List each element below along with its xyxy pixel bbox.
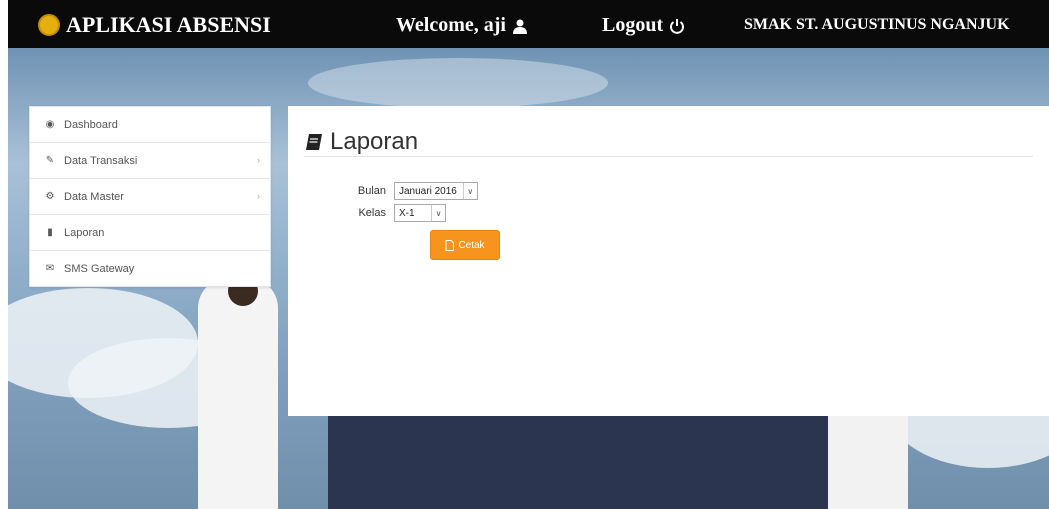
kelas-row: Kelas X-1 ∨ [316,204,446,222]
welcome-text: Welcome, aji [396,14,506,36]
gear-icon: ⚙ [45,191,55,202]
cetak-button[interactable]: Cetak [430,230,500,260]
bulan-row: Bulan Januari 2016 ∨ [316,182,478,200]
app-brand[interactable]: APLIKASI ABSENSI [38,12,271,38]
page-title: Laporan [304,128,418,156]
sidebar-item-label: Data Master [64,190,124,203]
chevron-right-icon: › [257,191,260,201]
sidebar-item-label: SMS Gateway [64,262,135,275]
sidebar-item-data-transaksi[interactable]: ✎ Data Transaksi › [30,143,270,179]
sidebar-item-laporan[interactable]: ▮ Laporan [30,215,270,251]
power-icon [670,18,685,34]
bulan-label: Bulan [357,185,386,197]
chevron-down-icon: ∨ [462,183,477,199]
sidebar-item-dashboard[interactable]: ◉ Dashboard [30,107,270,143]
logout-button[interactable]: Logout [602,14,685,37]
chevron-down-icon: ∨ [431,205,445,221]
app-title: APLIKASI ABSENSI [66,12,271,37]
sidebar-menu: ◉ Dashboard ✎ Data Transaksi › ⚙ Data Ma… [29,106,271,287]
welcome-user: Welcome, aji [396,14,528,37]
title-divider [304,156,1033,157]
dashboard-icon: ◉ [45,119,55,130]
edit-icon: ✎ [45,155,55,166]
sidebar-item-sms-gateway[interactable]: ✉ SMS Gateway [30,251,270,286]
sidebar-item-label: Laporan [64,226,105,239]
main-panel: Laporan Bulan Januari 2016 ∨ Kelas X-1 ∨… [288,106,1049,416]
sidebar-item-label: Data Transaksi [64,154,138,167]
kelas-label: Kelas [358,207,386,219]
envelope-icon: ✉ [45,263,55,274]
file-icon [445,239,455,251]
sidebar-item-label: Dashboard [64,118,118,131]
logout-label: Logout [602,14,664,36]
user-icon [512,19,527,34]
school-logo-icon [38,14,60,36]
chevron-right-icon: › [257,155,260,165]
book-icon [306,134,322,150]
bulan-select[interactable]: Januari 2016 ∨ [394,182,478,200]
school-name: SMAK ST. AUGUSTINUS NGANJUK [744,16,1010,33]
cetak-label: Cetak [458,239,485,251]
top-navbar: APLIKASI ABSENSI Welcome, aji Logout SMA… [8,0,1049,48]
bulan-value: Januari 2016 [399,185,457,197]
page-title-text: Laporan [330,128,419,155]
book-icon: ▮ [47,227,53,238]
kelas-select[interactable]: X-1 ∨ [394,204,446,222]
kelas-value: X-1 [399,207,415,219]
sidebar-item-data-master[interactable]: ⚙ Data Master › [30,179,270,215]
